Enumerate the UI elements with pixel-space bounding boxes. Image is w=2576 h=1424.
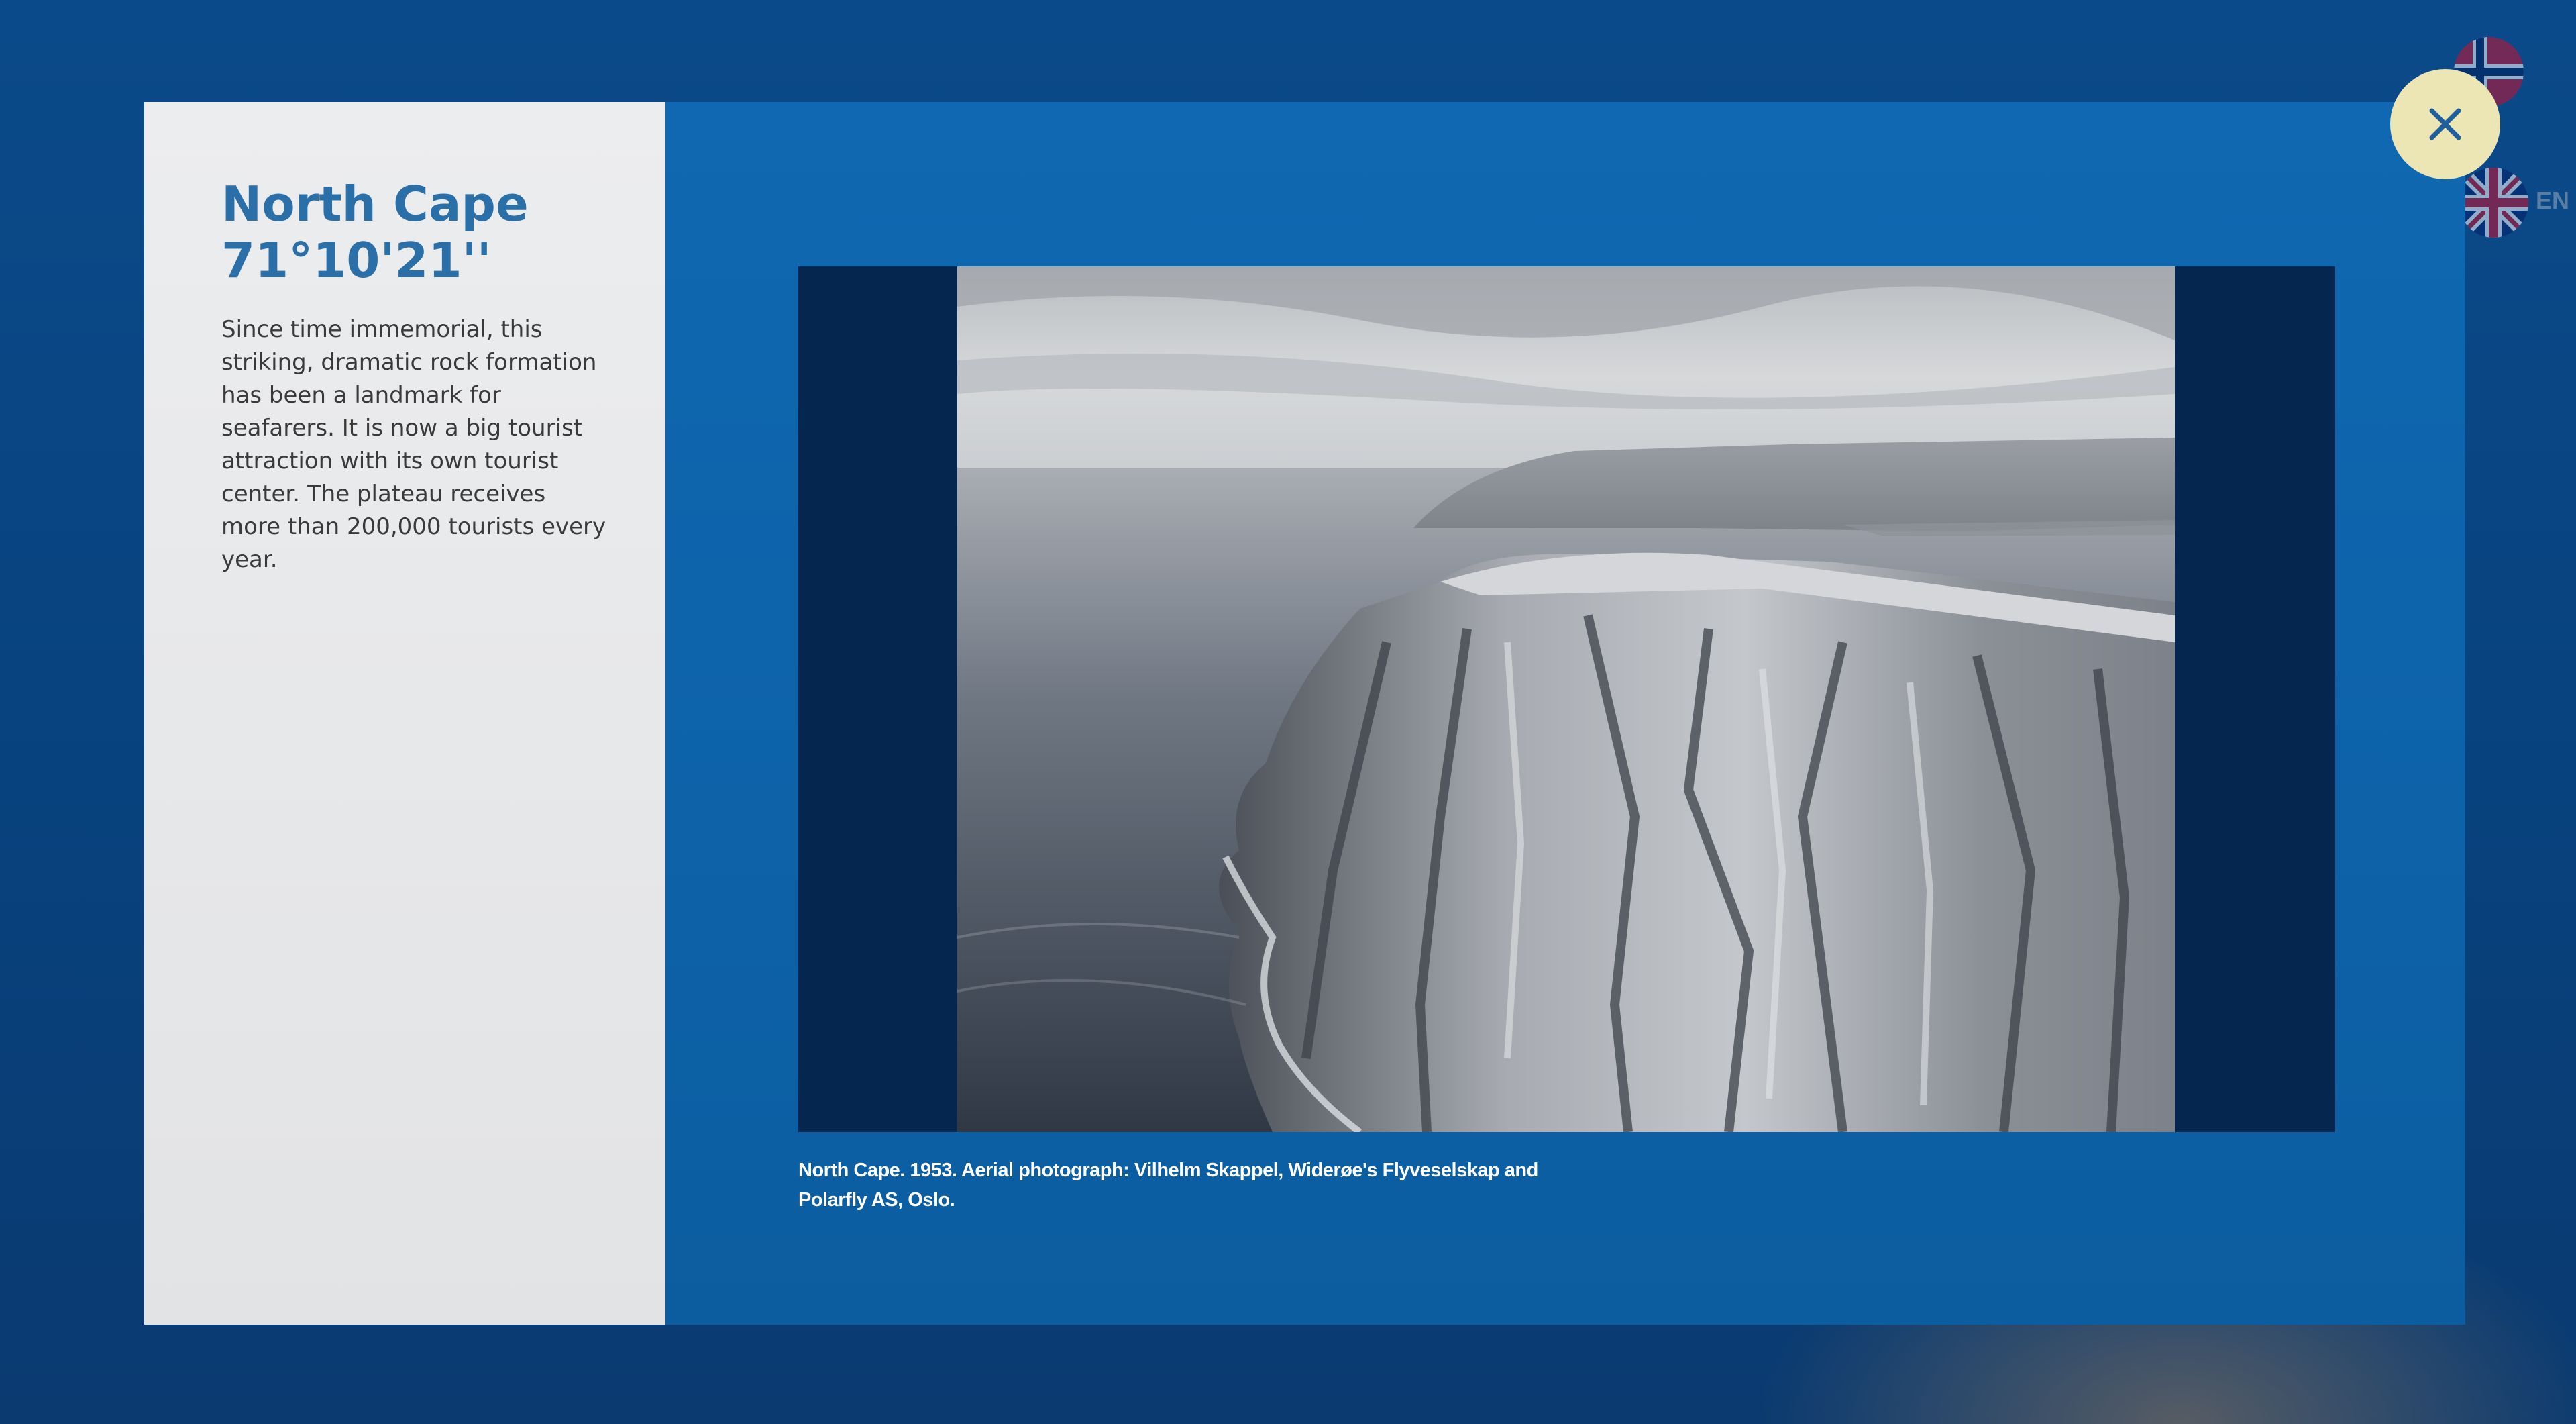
title-place-name: North Cape (221, 176, 529, 232)
aerial-photograph (957, 266, 2175, 1132)
text-panel: North Cape 71°10'21'' Since time immemor… (144, 102, 665, 1325)
photo-frame (798, 266, 2335, 1132)
language-label[interactable]: EN (2536, 187, 2569, 215)
description-text: Since time immemorial, this striking, dr… (221, 316, 606, 573)
close-button[interactable] (2390, 69, 2500, 179)
photo-caption: North Cape. 1953. Aerial photograph: Vil… (798, 1160, 1538, 1211)
title-coordinates: 71°10'21'' (221, 232, 492, 289)
close-icon (2429, 108, 2461, 140)
kiosk-screen: EN North Cape 71°10'21'' Since time imme… (0, 0, 2576, 1424)
info-modal: North Cape 71°10'21'' Since time immemor… (144, 102, 2465, 1325)
page-title: North Cape 71°10'21'' (221, 176, 637, 289)
